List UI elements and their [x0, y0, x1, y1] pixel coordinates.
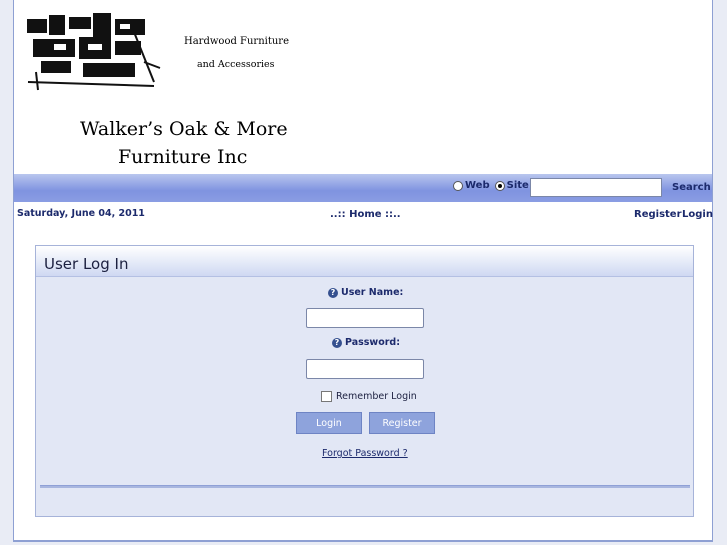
password-label-row: ? Password:: [332, 337, 400, 348]
logo-name-line-2: Furniture Inc: [118, 146, 248, 168]
username-label-row: ? User Name:: [328, 287, 403, 298]
password-label: Password:: [345, 337, 401, 348]
logo-tagline-2: and Accessories: [197, 59, 275, 70]
remember-login-label[interactable]: Remember Login: [336, 391, 417, 402]
logo-name-line-1: Walker’s Oak & More: [80, 118, 288, 140]
radio-site[interactable]: [494, 180, 505, 191]
username-field[interactable]: [306, 308, 424, 328]
help-icon[interactable]: ?: [332, 337, 342, 348]
search-button[interactable]: Search: [672, 182, 711, 193]
login-panel-title: User Log In: [44, 255, 129, 273]
radio-web[interactable]: [453, 180, 463, 191]
forgot-password-link[interactable]: Forgot Password ?: [322, 448, 408, 459]
login-panel-header: User Log In: [36, 246, 693, 277]
furniture-logo-icon: [27, 13, 161, 91]
site-logo[interactable]: Hardwood Furniture and Accessories Walke…: [16, 8, 308, 172]
help-icon[interactable]: ?: [328, 287, 338, 298]
home-link[interactable]: ..:: Home ::..: [330, 209, 401, 220]
login-panel: User Log In ? User Name: ? Password: Rem…: [35, 245, 694, 517]
page-frame: Hardwood Furniture and Accessories Walke…: [13, 0, 713, 542]
logo-tagline-1: Hardwood Furniture: [184, 36, 289, 47]
panel-divider: [40, 485, 690, 488]
current-date: Saturday, June 04, 2011: [17, 208, 145, 219]
password-field[interactable]: [306, 359, 424, 379]
login-button[interactable]: Login: [296, 412, 362, 434]
radio-web-label[interactable]: Web: [465, 180, 490, 191]
search-scope-group: Web Site: [453, 180, 534, 191]
register-button[interactable]: Register: [369, 412, 435, 434]
radio-site-label[interactable]: Site: [507, 180, 529, 191]
search-input[interactable]: [530, 178, 662, 197]
remember-login-row[interactable]: Remember Login: [321, 391, 417, 402]
remember-login-checkbox[interactable]: [321, 391, 332, 402]
username-label: User Name:: [341, 287, 404, 298]
nav-bar: Web Site Search: [14, 174, 712, 202]
register-link[interactable]: Register: [634, 209, 682, 220]
login-link[interactable]: Login: [682, 209, 713, 220]
